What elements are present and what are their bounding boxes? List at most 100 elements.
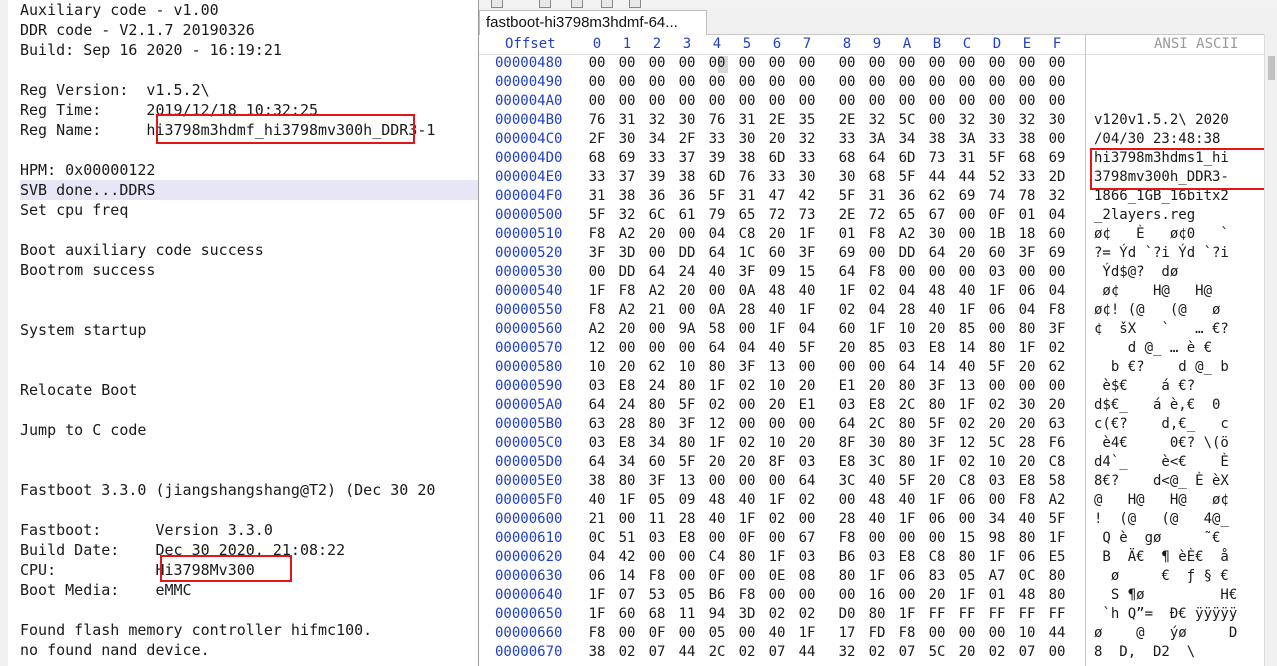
hex-byte[interactable]: 1F xyxy=(792,302,822,318)
hex-byte[interactable]: A2 xyxy=(642,283,672,299)
hex-byte[interactable]: 5F xyxy=(832,188,862,204)
ascii-text[interactable]: ! (@ (@ 4@_ xyxy=(1094,511,1229,527)
hex-byte[interactable]: 00 xyxy=(702,74,732,90)
hex-byte[interactable]: 00 xyxy=(922,530,952,546)
hex-byte[interactable]: 1F xyxy=(952,397,982,413)
hex-byte[interactable]: A2 xyxy=(612,226,642,242)
hex-byte[interactable]: 2E xyxy=(762,112,792,128)
hex-byte[interactable]: 73 xyxy=(922,150,952,166)
hex-byte[interactable]: 11 xyxy=(642,511,672,527)
hex-byte[interactable]: 28 xyxy=(732,302,762,318)
hex-byte[interactable]: 20 xyxy=(1042,397,1072,413)
hex-byte[interactable]: 1F xyxy=(982,283,1012,299)
hex-byte[interactable]: FF xyxy=(952,606,982,622)
hex-byte[interactable]: 01 xyxy=(982,587,1012,603)
hex-byte[interactable]: 51 xyxy=(612,530,642,546)
hex-byte[interactable]: 00 xyxy=(672,55,702,71)
hex-byte[interactable]: 00 xyxy=(792,416,822,432)
hex-byte[interactable]: 3F xyxy=(922,378,952,394)
hex-byte[interactable]: 80 xyxy=(982,340,1012,356)
ascii-text[interactable]: ø @ ýø D xyxy=(1094,625,1237,641)
hex-byte[interactable]: 12 xyxy=(702,416,732,432)
hex-byte[interactable]: 40 xyxy=(702,264,732,280)
hex-byte[interactable]: 62 xyxy=(642,359,672,375)
hex-byte[interactable]: 15 xyxy=(792,264,822,280)
hex-byte[interactable]: 69 xyxy=(952,188,982,204)
hex-byte[interactable]: 00 xyxy=(832,93,862,109)
hex-byte[interactable]: 1F xyxy=(762,549,792,565)
hex-byte[interactable]: 80 xyxy=(672,378,702,394)
hex-byte[interactable]: 0C xyxy=(582,530,612,546)
hex-byte[interactable]: 5F xyxy=(672,397,702,413)
hex-byte[interactable]: 02 xyxy=(732,435,762,451)
hex-byte[interactable]: 02 xyxy=(702,397,732,413)
hex-byte[interactable]: 03 xyxy=(582,378,612,394)
hex-byte[interactable]: 36 xyxy=(892,188,922,204)
hex-byte[interactable]: 73 xyxy=(792,207,822,223)
hex-byte[interactable]: 2C xyxy=(892,397,922,413)
hex-byte[interactable]: 1F xyxy=(762,492,792,508)
hex-byte[interactable]: 1F xyxy=(1042,530,1072,546)
hex-byte[interactable]: 31 xyxy=(732,188,762,204)
hex-byte[interactable]: 00 xyxy=(892,587,922,603)
hex-byte[interactable]: 62 xyxy=(1042,359,1072,375)
hex-byte[interactable]: FD xyxy=(862,625,892,641)
hex-byte[interactable]: 80 xyxy=(892,435,922,451)
hex-byte[interactable]: 00 xyxy=(1042,74,1072,90)
hex-byte[interactable]: 3D xyxy=(732,606,762,622)
hex-byte[interactable]: 00 xyxy=(732,74,762,90)
hex-byte[interactable]: DD xyxy=(672,245,702,261)
hex-byte[interactable]: E5 xyxy=(1042,549,1072,565)
hex-byte[interactable]: 00 xyxy=(642,55,672,71)
hex-byte[interactable]: 40 xyxy=(582,492,612,508)
hex-byte[interactable]: 02 xyxy=(952,416,982,432)
hex-byte[interactable]: 3F xyxy=(1012,245,1042,261)
hex-byte[interactable]: 40 xyxy=(702,511,732,527)
hex-byte[interactable]: 00 xyxy=(612,74,642,90)
hex-byte[interactable]: F8 xyxy=(832,530,862,546)
hex-byte[interactable]: 00 xyxy=(1042,131,1072,147)
hex-byte[interactable]: 32 xyxy=(952,112,982,128)
hex-byte[interactable]: 00 xyxy=(762,473,792,489)
hex-byte[interactable]: 44 xyxy=(952,169,982,185)
hex-byte[interactable]: 06 xyxy=(1012,283,1042,299)
hex-byte[interactable]: 80 xyxy=(672,435,702,451)
hex-byte[interactable]: 00 xyxy=(832,74,862,90)
hex-byte[interactable]: 00 xyxy=(732,625,762,641)
hex-byte[interactable]: 69 xyxy=(1042,150,1072,166)
hex-byte[interactable]: 14 xyxy=(922,359,952,375)
hex-byte[interactable]: 1F xyxy=(952,302,982,318)
hex-byte[interactable]: 1F xyxy=(702,435,732,451)
ascii-text[interactable]: b €? d @_ b xyxy=(1094,359,1229,375)
hex-byte[interactable]: 3D xyxy=(612,245,642,261)
hex-byte[interactable]: 32 xyxy=(792,131,822,147)
hex-byte[interactable]: 04 xyxy=(862,302,892,318)
hex-byte[interactable]: 40 xyxy=(792,283,822,299)
toolbar-button-icon[interactable] xyxy=(571,0,583,8)
hex-byte[interactable]: 94 xyxy=(702,606,732,622)
hex-byte[interactable]: E8 xyxy=(832,454,862,470)
hex-byte[interactable]: 10 xyxy=(762,378,792,394)
hex-byte[interactable]: 80 xyxy=(862,606,892,622)
ascii-text[interactable]: d$€_ á è,€ 0 xyxy=(1094,397,1220,413)
hex-byte[interactable]: 40 xyxy=(862,511,892,527)
hex-byte[interactable]: 04 xyxy=(1042,283,1072,299)
hex-byte[interactable]: 07 xyxy=(1012,644,1042,660)
hex-byte[interactable]: 20 xyxy=(952,644,982,660)
hex-byte[interactable]: 6C xyxy=(642,207,672,223)
hex-byte[interactable]: 02 xyxy=(862,283,892,299)
hex-byte[interactable]: 34 xyxy=(642,131,672,147)
hex-byte[interactable]: 00 xyxy=(732,416,762,432)
hex-byte[interactable]: C4 xyxy=(702,549,732,565)
hex-byte[interactable]: C8 xyxy=(732,226,762,242)
hex-byte[interactable]: 69 xyxy=(612,150,642,166)
hex-byte[interactable]: 52 xyxy=(982,169,1012,185)
hex-byte[interactable]: 1F xyxy=(762,321,792,337)
hex-byte[interactable]: 00 xyxy=(1042,55,1072,71)
hex-byte[interactable]: 00 xyxy=(642,340,672,356)
hex-byte[interactable]: 00 xyxy=(732,568,762,584)
hex-byte[interactable]: 1F xyxy=(892,606,922,622)
hex-byte[interactable]: 00 xyxy=(1042,93,1072,109)
hex-byte[interactable]: 6D xyxy=(702,169,732,185)
hex-byte[interactable]: 48 xyxy=(922,283,952,299)
